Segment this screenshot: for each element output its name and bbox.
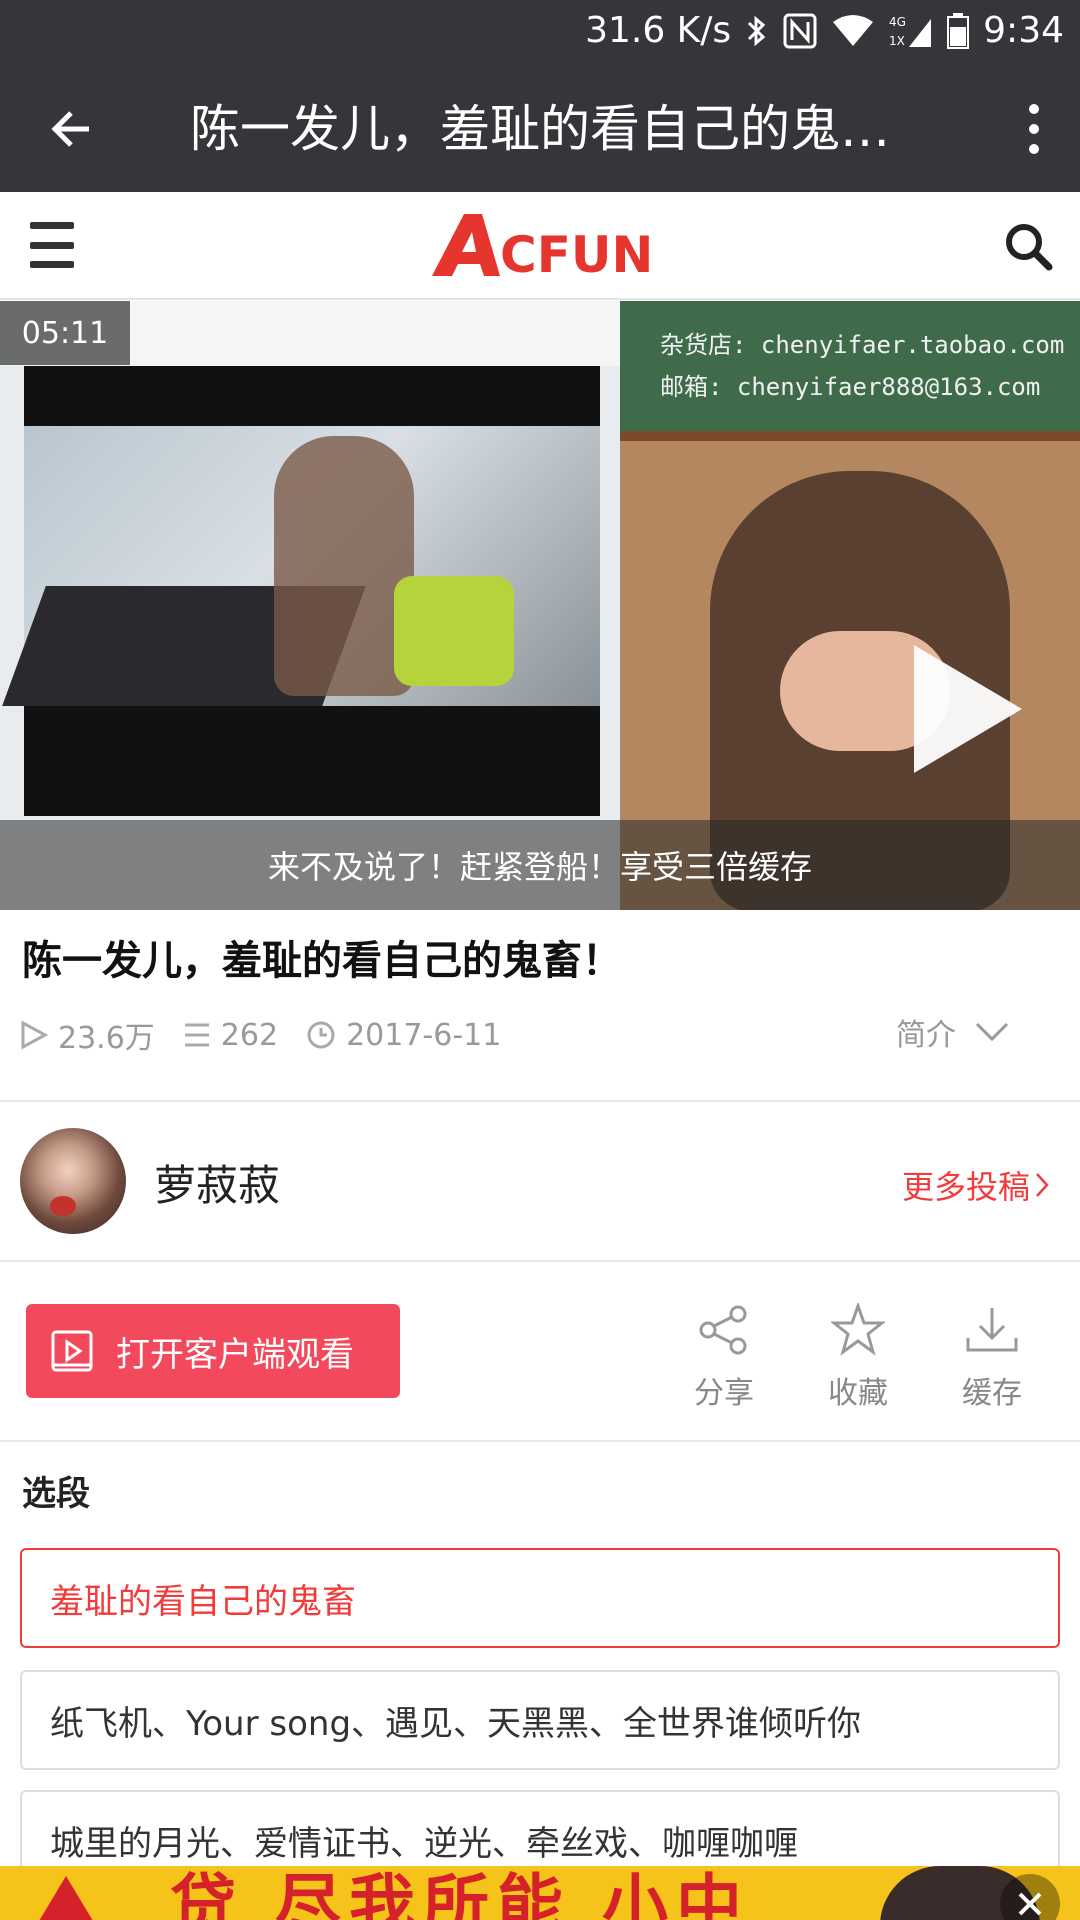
video-duration: 05:11 [0,301,130,365]
video-scene [2,426,600,706]
network-type-label: 4G [889,15,906,29]
intro-toggle[interactable]: 简介 [896,1010,1010,1054]
action-row: 打开客户端观看 分享 收藏 缓存 [0,1262,1080,1440]
back-button[interactable] [40,96,106,162]
favorite-label: 收藏 [828,1376,888,1411]
danmaku-count: 262 [220,1017,279,1053]
close-icon [1018,1892,1042,1916]
ad-close-button[interactable] [1000,1874,1060,1920]
status-icons: 31.6 K/s 4G 1X 9:34 [585,10,1064,51]
search-button[interactable] [1000,218,1056,274]
nfc-icon [783,13,817,49]
acfun-logo[interactable]: CFUN [430,210,653,284]
date-stat: 2017-6-11 [306,1018,501,1053]
svg-text:CFUN: CFUN [500,226,650,284]
search-icon [1006,224,1053,271]
open-app-button[interactable]: 打开客户端观看 [26,1304,400,1398]
more-submissions-link[interactable]: 更多投稿 [902,1162,1050,1208]
cache-button[interactable]: 缓存 [942,1298,1042,1412]
ad-logo-icon [30,1876,102,1920]
share-button[interactable]: 分享 [674,1298,774,1412]
video-right-frame: 杂货店: chenyifaer.taobao.com 邮箱: chenyifae… [620,301,1080,910]
overflow-menu-button[interactable] [1014,96,1054,162]
video-title: 陈一发儿，羞耻的看自己的鬼畜！ [22,938,622,984]
board-line-1: 杂货店: chenyifaer.taobao.com [660,331,1065,359]
views-count: 23.6万 [58,1021,155,1056]
episodes-title: 选段 [22,1474,90,1514]
dot-icon [1029,144,1039,154]
arrow-left-icon [51,111,89,147]
wifi-icon [831,14,875,48]
share-icon [699,1305,747,1355]
video-file-icon [51,1330,93,1372]
play-count-icon [21,1020,48,1050]
more-submissions-label: 更多投稿 [901,1168,1030,1206]
video-left-frame [0,301,620,910]
uploader-row: 萝菽菽 更多投稿 [0,1104,1080,1258]
site-header: CFUN [0,192,1080,300]
video-meta: 23.6万 262 2017-6-11 简介 [20,1010,1060,1060]
cache-label: 缓存 [962,1376,1022,1411]
uploader-name[interactable]: 萝菽菽 [154,1152,280,1213]
dot-icon [1029,104,1039,114]
episode-item-active[interactable]: 羞耻的看自己的鬼畜 [20,1548,1060,1648]
star-icon [831,1303,885,1356]
episode-item[interactable]: 纸飞机、Your song、遇见、天黑黑、全世界谁倾听你 [20,1670,1060,1770]
divider [0,1440,1080,1442]
divider [0,1100,1080,1102]
app-bar: 陈一发儿，羞耻的看自己的鬼… [0,66,1080,192]
battery-icon [947,12,970,49]
dot-icon [1029,124,1039,134]
status-bar: 31.6 K/s 4G 1X 9:34 [0,0,1080,66]
net-speed: 31.6 K/s [585,10,732,51]
intro-label: 简介 [896,1018,956,1053]
hamburger-menu-button[interactable] [30,222,74,268]
share-label: 分享 [694,1376,754,1411]
clock-icon [307,1021,335,1049]
chalkboard: 杂货店: chenyifaer.taobao.com 邮箱: chenyifae… [620,301,1080,441]
video-promo-caption: 来不及说了！赶紧登船！享受三倍缓存 [0,820,1080,910]
play-icon[interactable] [908,639,1028,779]
views-stat: 23.6万 [20,1013,155,1057]
page-title: 陈一发儿，羞耻的看自己的鬼… [190,100,890,158]
ad-banner[interactable]: 贷 尽我所能 小中 [0,1866,1080,1920]
clock: 9:34 [983,10,1064,51]
ad-text: 贷 尽我所能 小中 [170,1867,750,1920]
list-icon [184,1023,209,1047]
avatar[interactable] [20,1128,126,1234]
open-app-label: 打开客户端观看 [116,1334,354,1375]
upload-date: 2017-6-11 [346,1017,502,1053]
bluetooth-icon [745,13,769,49]
chevron-right-icon [1036,1173,1049,1197]
favorite-button[interactable]: 收藏 [808,1298,908,1412]
download-icon [966,1308,1018,1352]
video-player[interactable]: 杂货店: chenyifaer.taobao.com 邮箱: chenyifae… [0,301,1080,910]
danmaku-stat: 262 [183,1018,278,1053]
chevron-down-icon [975,1022,1009,1042]
svg-text:1X: 1X [889,34,905,48]
signal-icon: 4G 1X [889,13,933,49]
board-line-2: 邮箱: chenyifaer888@163.com [660,373,1041,401]
video-inner-frame [2,366,600,816]
